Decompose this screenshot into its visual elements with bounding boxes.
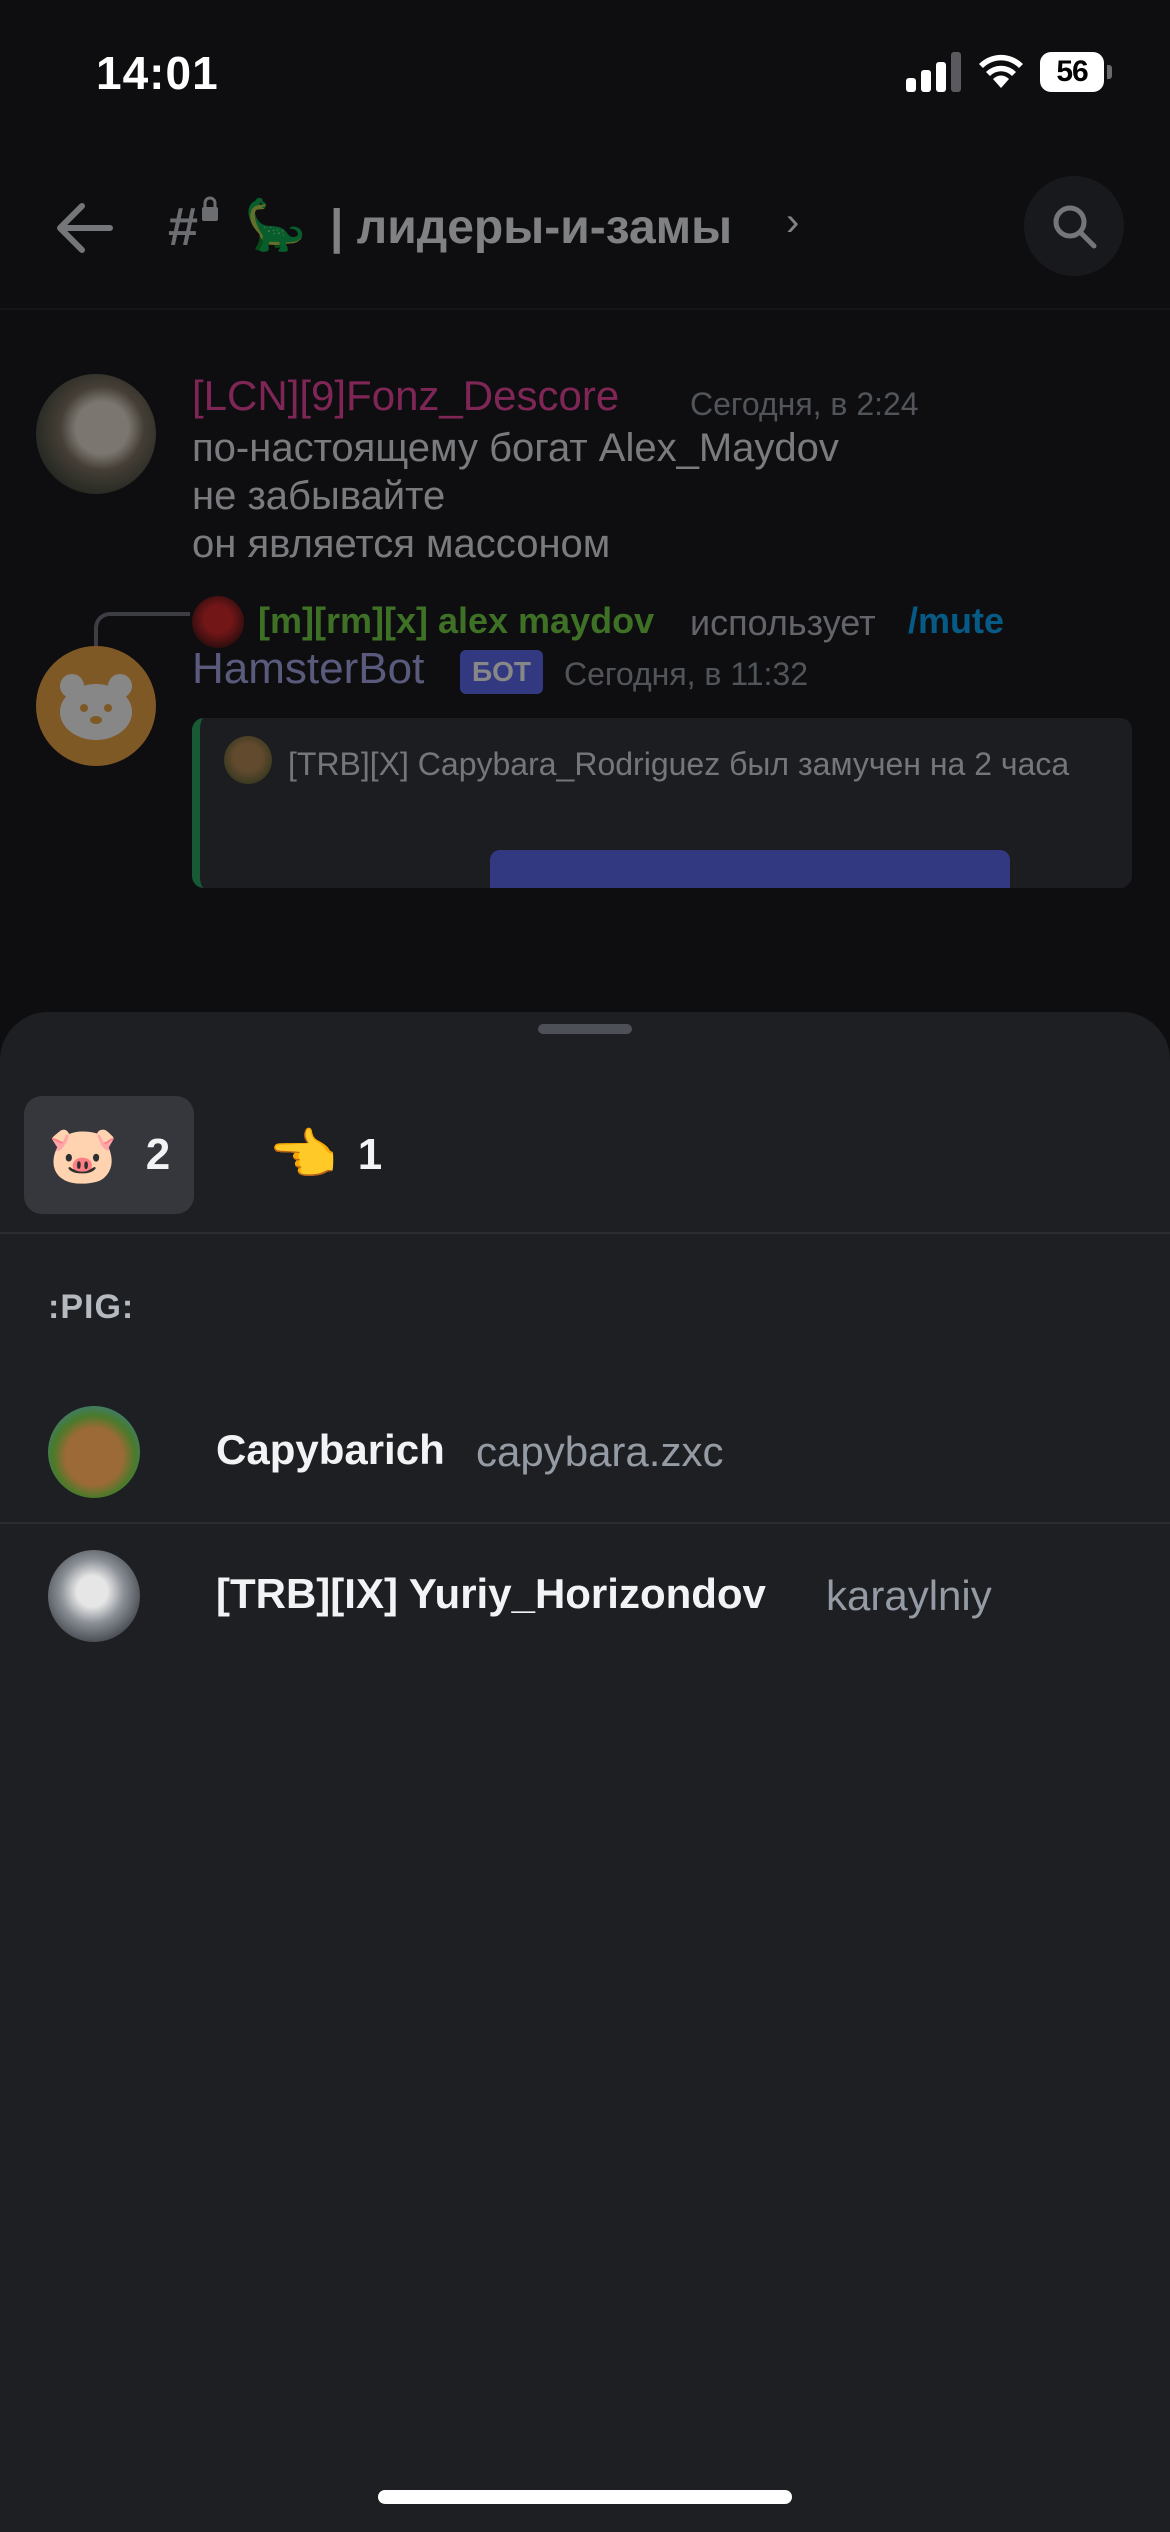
back-arrow-icon[interactable] [52,196,116,260]
channel-name[interactable]: | лидеры-и-замы [330,200,732,255]
message-text: по-настоящему богат Alex_Maydov [192,426,839,470]
embed-button[interactable] [490,850,1010,888]
avatar [48,1406,140,1498]
reaction-section-label: :PIG: [48,1288,135,1326]
reaction-user-row[interactable]: [TRB][IX] Yuriy_Horizondov karaylniy [0,1524,1170,1668]
lock-icon [202,196,218,221]
embed-avatar [224,736,272,784]
reaction-tab-point-left[interactable]: 👈 1 [248,1096,418,1214]
sheet-drag-handle[interactable] [538,1024,632,1034]
status-bar: 14:01 56 [0,0,1170,150]
reaction-user-row[interactable]: Capybarich capybara.zxc [0,1380,1170,1524]
user-username: capybara.zxc [476,1428,724,1475]
home-indicator[interactable] [378,2490,792,2504]
channel-header: # 🦕 | лидеры-и-замы › [0,150,1170,310]
search-button[interactable] [1024,176,1124,276]
reaction-tab-pig[interactable]: 🐷 2 [24,1096,194,1214]
user-display-name: [TRB][IX] Yuriy_Horizondov [216,1570,766,1617]
battery-level: 56 [1056,55,1088,88]
message-author[interactable]: [LCN][9]Fonz_Descore [192,372,619,420]
reaction-tabs: 🐷 2 👈 1 [0,1084,1170,1234]
message-text: он является массоном [192,522,611,566]
reply-avatar [192,596,244,648]
signal-icon [906,52,962,92]
reply-connector [94,612,190,652]
reaction-count: 1 [357,1130,383,1179]
avatar [48,1550,140,1642]
message-timestamp: Сегодня, в 2:24 [690,386,919,422]
message-embed: [TRB][X] Capybara_Rodriguez был замучен … [192,718,1132,888]
status-time: 14:01 [96,47,219,99]
channel-hash-icon: # [168,197,199,257]
wifi-icon [979,54,1023,88]
bot-badge: БОТ [460,650,544,694]
avatar[interactable] [36,374,156,494]
reply-command[interactable]: /mute [908,600,1004,642]
search-icon [1053,205,1097,249]
hamster-icon [60,674,132,740]
chat-background: # 🦕 | лидеры-и-замы › [LCN][9]Fonz_Desco… [0,150,1170,1030]
pig-emoji-icon: 🐷 [48,1123,118,1186]
message-text: не забывайте [192,474,446,518]
point-left-emoji-icon: 👈 [268,1123,338,1186]
user-display-name: Capybarich [216,1426,445,1473]
channel-emoji: 🦕 [244,197,307,253]
reply-action: использует [690,602,876,643]
reactions-sheet: 🐷 2 👈 1 :PIG: Capybarich capybara.zxc [T… [0,1012,1170,2532]
bot-avatar[interactable] [36,646,156,766]
user-username: karaylniy [826,1572,992,1619]
chevron-right-icon: › [786,200,800,244]
reaction-count: 2 [145,1130,171,1179]
message-author[interactable]: HamsterBot [192,644,424,694]
battery-icon: 56 [1040,52,1112,92]
reply-username[interactable]: [m][rm][x] alex maydov [258,600,654,642]
embed-text: [TRB][X] Capybara_Rodriguez был замучен … [288,746,1070,782]
message-timestamp: Сегодня, в 11:32 [564,656,809,692]
